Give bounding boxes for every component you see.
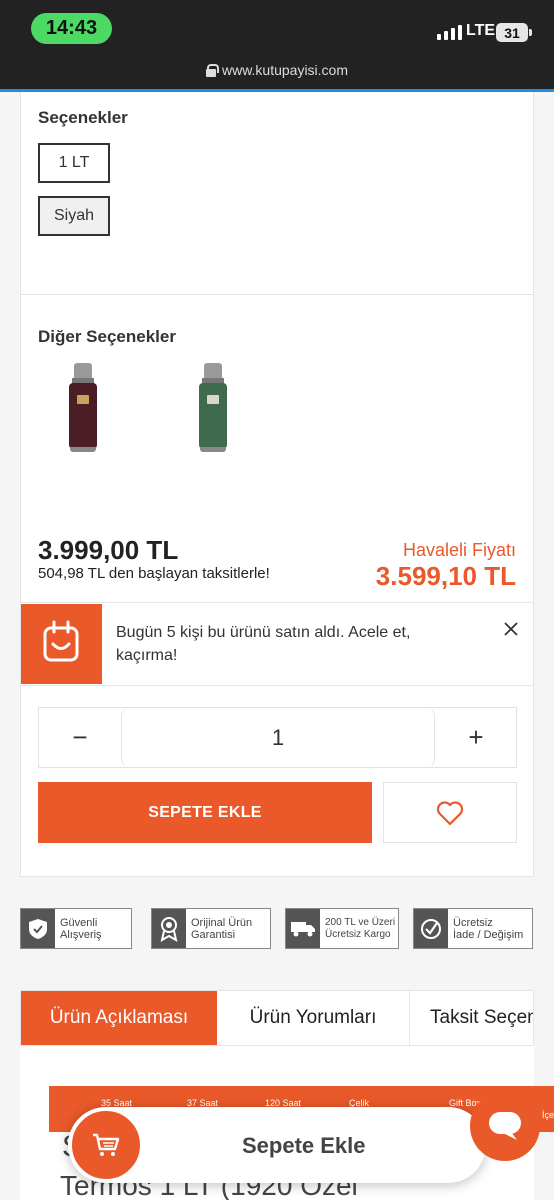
battery-level: 31	[504, 24, 520, 41]
badge-line1: 200 TL ve Üzeri	[325, 916, 396, 928]
quantity-minus-button[interactable]: −	[39, 708, 121, 767]
notification-text: Bugün 5 kişi bu ürünü satın aldı. Acele …	[116, 624, 411, 664]
green-thermos-icon[interactable]	[199, 363, 227, 453]
url-text: www.kutupayisi.com	[221, 62, 349, 78]
badge-free-shipping: 200 TL ve Üzeri Ücretsiz Kargo	[285, 908, 399, 949]
badge-line1: Orijinal Ürün	[191, 916, 253, 929]
badge-original-product: Orijinal Ürün Garantisi	[151, 908, 271, 949]
badge-line2: Alışveriş	[60, 928, 102, 941]
transfer-price: 3.599,10 TL	[375, 561, 516, 591]
transfer-price-label: Havaleli Fiyatı	[402, 540, 516, 560]
badge-line2: İade / Değişim	[453, 928, 524, 941]
chat-icon[interactable]	[470, 1091, 540, 1161]
truck-icon	[286, 909, 320, 948]
heart-icon	[436, 800, 464, 825]
quantity-plus-button[interactable]: +	[435, 708, 517, 767]
battery-icon: 31	[496, 23, 532, 42]
add-to-cart-button[interactable]: SEPETE EKLE	[38, 782, 372, 843]
lock-icon	[205, 64, 219, 77]
banner-item: İçe	[542, 1110, 554, 1120]
product-card: Seçenekler 1 LT Siyah Diğer Seçenekler 3…	[20, 92, 534, 877]
quantity-input[interactable]: 1	[121, 708, 435, 767]
quantity-stepper: − 1 +	[38, 707, 517, 768]
badge-line2: Garantisi	[191, 928, 236, 941]
section-divider	[21, 294, 533, 295]
badge-line1: Güvenli	[60, 916, 98, 929]
product-price: 3.999,00 TL	[38, 535, 179, 565]
favorite-button[interactable]	[383, 782, 517, 843]
color-option-siyah[interactable]: Siyah	[38, 196, 110, 236]
address-bar[interactable]: www.kutupayisi.com	[0, 62, 554, 78]
network-label: LTE	[466, 22, 496, 39]
product-tabs: Ürün Açıklaması Ürün Yorumları Taksit Se…	[20, 990, 534, 1046]
tab-installments[interactable]: Taksit Seçenekleri	[410, 991, 533, 1045]
badge-free-return: Ücretsiz İade / Değişim	[413, 908, 533, 949]
badge-secure-shopping: Güvenli Alışveriş	[20, 908, 132, 949]
options-title: Seçenekler	[38, 108, 128, 127]
sticky-add-to-cart[interactable]: Sepete Ekle	[68, 1107, 486, 1183]
status-bar: 14:43 LTE 31 www.kutupayisi.com	[0, 0, 554, 92]
signal-icon	[437, 24, 462, 40]
check-circle-icon	[414, 909, 448, 948]
size-option-1lt[interactable]: 1 LT	[38, 143, 110, 183]
close-icon[interactable]	[499, 617, 523, 641]
bag-icon	[21, 604, 102, 684]
purchase-notification: Bugün 5 kişi bu ürünü satın aldı. Acele …	[21, 602, 533, 686]
badge-line2: Ücretsiz Kargo	[325, 928, 391, 940]
other-options-title: Diğer Seçenekler	[38, 327, 176, 346]
badge-line1: Ücretsiz	[453, 916, 493, 929]
cart-icon[interactable]	[69, 1108, 143, 1182]
tab-description[interactable]: Ürün Açıklaması	[21, 991, 217, 1045]
shield-icon	[21, 909, 55, 948]
bordo-thermos-icon[interactable]	[69, 363, 97, 453]
sticky-cart-label: Sepete Ekle	[242, 1133, 366, 1158]
award-icon	[152, 909, 186, 948]
status-time: 14:43	[31, 13, 112, 44]
installment-text: 504,98 TL den başlayan taksitlerle!	[38, 565, 270, 582]
tab-reviews[interactable]: Ürün Yorumları	[217, 991, 409, 1045]
